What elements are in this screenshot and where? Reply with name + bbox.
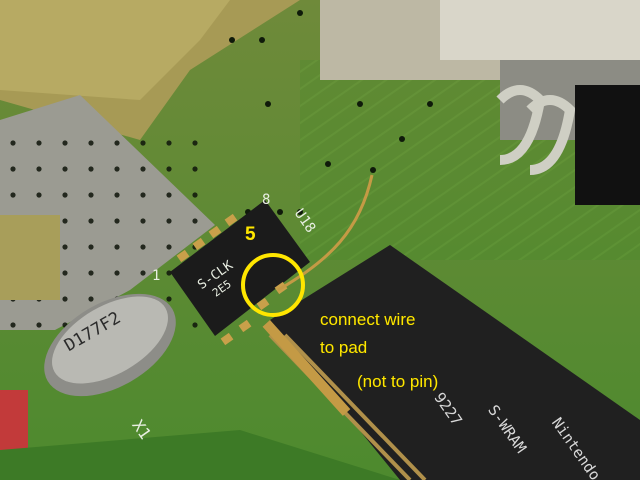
- pin-number-label: 5: [245, 224, 256, 245]
- ref-1: 1: [152, 268, 161, 284]
- ref-8: 8: [262, 192, 271, 208]
- shield-gold-spot: [0, 215, 60, 300]
- photo-stage: S-CLK 2E5 U18 X1 8 1 D177F2 Nintendo S-W…: [0, 0, 640, 480]
- pcb-photo: [0, 0, 640, 480]
- caption-line-1: connect wire: [320, 310, 416, 329]
- black-connector: [575, 85, 640, 205]
- caption-line-2: to pad: [320, 338, 368, 357]
- caption-line-3: (not to pin): [357, 372, 439, 391]
- red-component: [0, 390, 28, 450]
